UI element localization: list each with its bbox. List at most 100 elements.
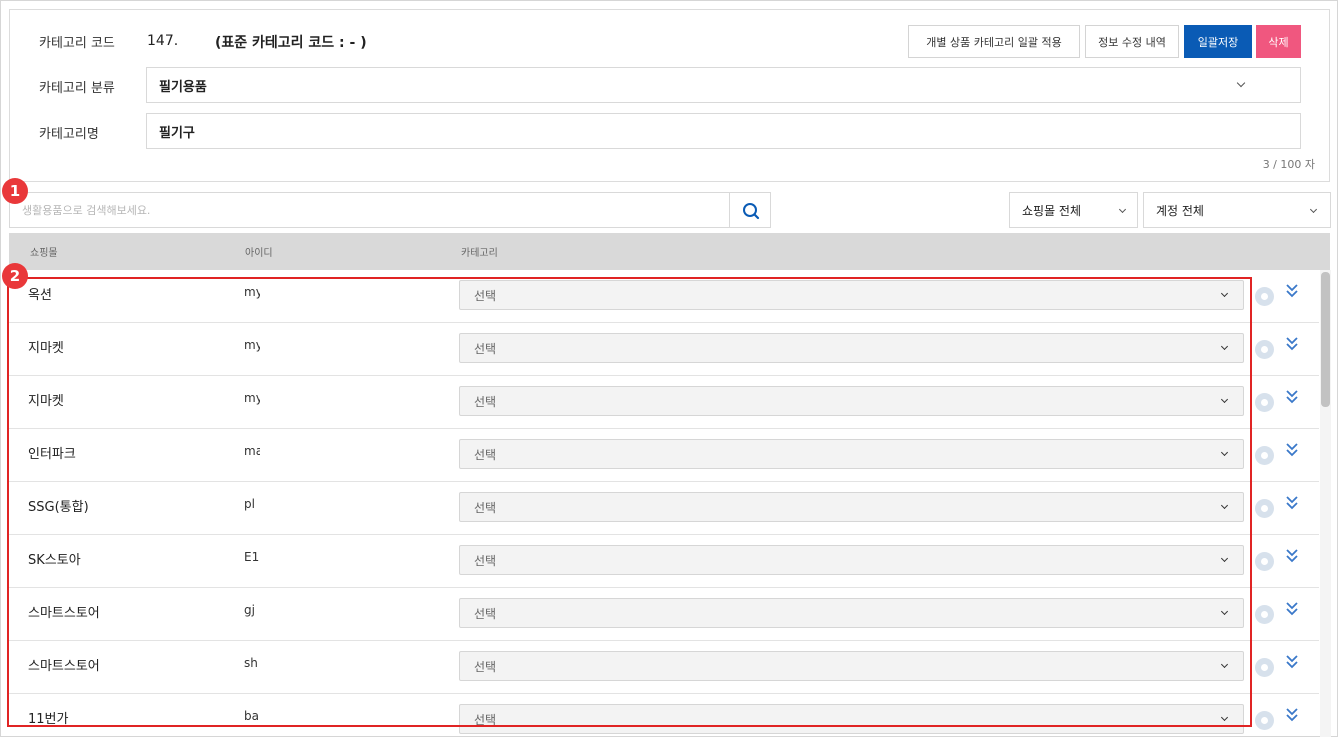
table-row: SSG(통합) pl 선택 [9,482,1319,535]
mall-name: 지마켓 [28,341,64,356]
double-chevron-down-icon[interactable] [1284,281,1300,301]
category-code-value: 147. [147,33,179,49]
mall-name: 지마켓 [28,394,64,409]
account-id: ma [244,444,260,458]
account-filter-value: 계정 전체 [1156,203,1204,218]
category-select[interactable]: 선택 [459,545,1244,575]
pin-icon[interactable] [1255,287,1274,306]
category-select-value: 선택 [474,447,497,462]
table-row: SK스토아 E1 선택 [9,535,1319,588]
category-name-label: 카테고리명 [39,127,99,142]
save-all-button[interactable]: 일괄저장 [1184,25,1252,58]
pin-icon[interactable] [1255,393,1274,412]
column-header-category: 카테고리 [461,248,498,259]
category-classification-label: 카테고리 분류 [39,81,115,96]
category-select-value: 선택 [474,394,497,409]
category-select[interactable]: 선택 [459,280,1244,310]
category-select-value: 선택 [474,288,497,303]
category-select-value: 선택 [474,606,497,621]
double-chevron-down-icon[interactable] [1284,705,1300,725]
mall-name: 옥션 [28,288,52,303]
account-id: E1 [244,550,260,564]
category-select[interactable]: 선택 [459,704,1244,734]
chevron-down-icon [1220,501,1229,510]
double-chevron-down-icon[interactable] [1284,546,1300,566]
table-row: 스마트스토어 gj 선택 [9,588,1319,641]
double-chevron-down-icon[interactable] [1284,599,1300,619]
chevron-down-icon [1220,713,1229,722]
category-select-value: 선택 [474,341,497,356]
double-chevron-down-icon[interactable] [1284,334,1300,354]
category-select-value: 선택 [474,500,497,515]
table-header: 쇼핑몰 아이디 카테고리 [9,233,1330,270]
pin-icon[interactable] [1255,552,1274,571]
search-box [9,192,730,228]
category-classification-select[interactable]: 필기용품 [146,67,1301,103]
double-chevron-down-icon[interactable] [1284,440,1300,460]
pin-icon[interactable] [1255,499,1274,518]
account-id: my [244,338,260,352]
double-chevron-down-icon[interactable] [1284,652,1300,672]
pin-icon[interactable] [1255,605,1274,624]
pin-icon[interactable] [1255,340,1274,359]
mall-name: 인터파크 [28,447,76,462]
pin-icon[interactable] [1255,446,1274,465]
category-form: 카테고리 코드 147. (표준 카테고리 코드 : - ) 개별 상품 카테고… [9,9,1330,182]
mall-name: SSG(통합) [28,500,89,515]
mall-filter-value: 쇼핑몰 전체 [1022,203,1082,218]
category-classification-value: 필기용품 [159,79,207,95]
category-select[interactable]: 선택 [459,439,1244,469]
pin-icon[interactable] [1255,711,1274,730]
chevron-down-icon [1220,289,1229,298]
account-id: ba [244,709,259,723]
table-row: 11번가 ba 선택 [9,694,1319,737]
column-header-mall: 쇼핑몰 [30,248,58,259]
category-select[interactable]: 선택 [459,386,1244,416]
double-chevron-down-icon[interactable] [1284,387,1300,407]
chevron-down-icon [1236,78,1246,88]
double-chevron-down-icon[interactable] [1284,493,1300,513]
pin-icon[interactable] [1255,658,1274,677]
annotation-badge-2: 2 [2,263,28,289]
category-select[interactable]: 선택 [459,333,1244,363]
category-select[interactable]: 선택 [459,598,1244,628]
category-select-value: 선택 [474,712,497,727]
account-filter-select[interactable]: 계정 전체 [1143,192,1331,228]
annotation-badge-1: 1 [2,178,28,204]
table-row: 지마켓 my 선택 [9,376,1319,429]
chevron-down-icon [1220,554,1229,563]
char-counter: 3 / 100 자 [1262,158,1315,171]
search-input[interactable] [10,193,729,227]
chevron-down-icon [1220,607,1229,616]
account-id: my [244,285,260,299]
mall-name: SK스토아 [28,553,81,568]
category-name-value: 필기구 [159,125,195,141]
account-id: sh [244,656,258,670]
search-icon [743,203,760,220]
chevron-down-icon [1220,448,1229,457]
mall-name: 11번가 [28,712,69,727]
standard-category-code: (표준 카테고리 코드 : - ) [215,35,367,51]
mall-name: 스마트스토어 [28,606,100,621]
chevron-down-icon [1220,342,1229,351]
mall-name: 스마트스토어 [28,659,100,674]
table-row: 인터파크 ma 선택 [9,429,1319,482]
chevron-down-icon [1118,205,1127,214]
scrollbar-thumb[interactable] [1321,272,1330,407]
edit-history-button[interactable]: 정보 수정 내역 [1085,25,1179,58]
mall-category-list: 옥션 my 선택 지마켓 my 선택 지마켓 my 선택 인터파크 ma 선택 … [9,270,1319,737]
table-row: 지마켓 my 선택 [9,323,1319,376]
category-name-input[interactable]: 필기구 [146,113,1301,149]
account-id: gj [244,603,255,617]
mall-filter-select[interactable]: 쇼핑몰 전체 [1009,192,1138,228]
bulk-apply-button[interactable]: 개별 상품 카테고리 일괄 적용 [908,25,1080,58]
category-select-value: 선택 [474,553,497,568]
search-button[interactable] [729,192,771,228]
delete-button[interactable]: 삭제 [1256,25,1301,58]
account-id: my [244,391,260,405]
category-select[interactable]: 선택 [459,651,1244,681]
chevron-down-icon [1309,205,1318,214]
category-select[interactable]: 선택 [459,492,1244,522]
category-code-label: 카테고리 코드 [39,36,115,51]
category-select-value: 선택 [474,659,497,674]
